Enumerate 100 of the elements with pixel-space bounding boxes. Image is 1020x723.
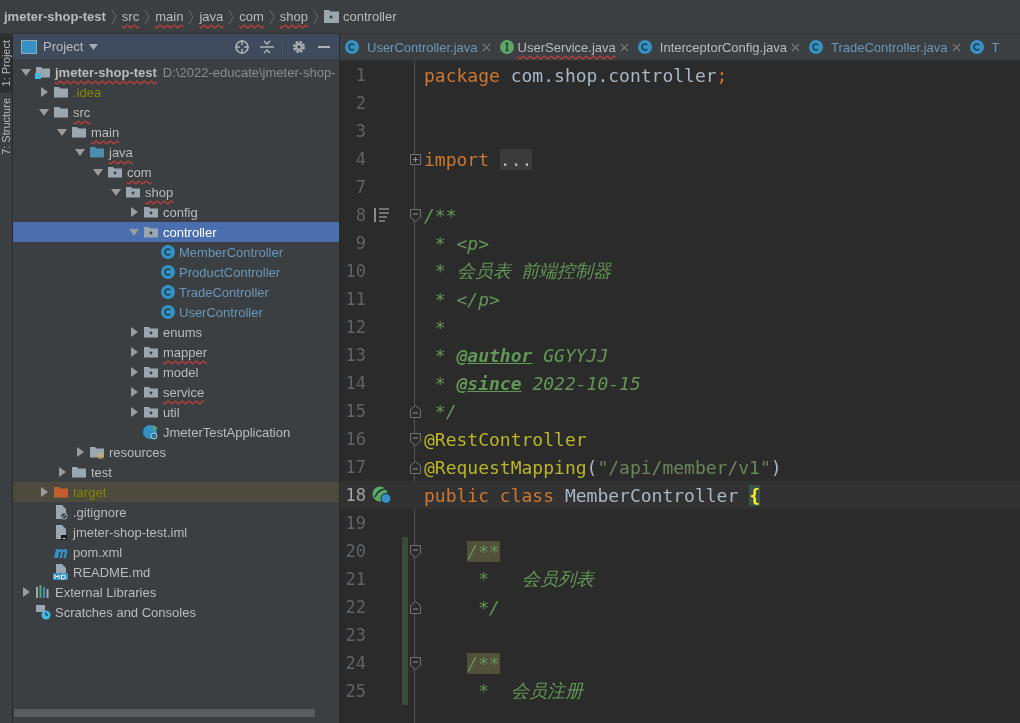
code-line: * 会员注册 [477, 679, 583, 703]
tree-row[interactable]: UserController [13, 302, 339, 322]
tree-row[interactable]: model [13, 362, 339, 382]
tree-row[interactable]: jmeter-shop-test.iml [13, 522, 339, 542]
close-icon[interactable] [619, 42, 629, 52]
line-number: 16 [344, 429, 366, 449]
line-number: 14 [344, 373, 366, 393]
tree-item-label: jmeter-shop-test [55, 64, 157, 82]
tree-row[interactable]: JmeterTestApplication [13, 422, 339, 442]
tree-row[interactable]: src [13, 102, 339, 122]
folder-icon [53, 84, 69, 100]
breadcrumb-item[interactable]: src [119, 9, 142, 24]
breadcrumb-item[interactable]: shop [277, 9, 310, 24]
collapse-fold-icon[interactable] [409, 432, 421, 446]
tree-row[interactable]: test [13, 462, 339, 482]
breadcrumb-item[interactable]: main [153, 9, 186, 24]
tree-item-label: resources [109, 444, 167, 462]
code-line: * @author GGYYJJ [433, 344, 609, 366]
code-line: * @since 2022-10-15 [433, 372, 641, 394]
rendered-doc-icon[interactable] [374, 208, 390, 222]
collapsed-arrow-icon[interactable] [21, 587, 31, 597]
tree-row[interactable]: main [13, 122, 339, 142]
expand-fold-icon[interactable] [409, 153, 421, 165]
breadcrumb-item[interactable]: java [197, 9, 226, 24]
class-icon [969, 40, 984, 54]
breadcrumb-item[interactable]: controller [322, 9, 399, 24]
collapse-fold-icon[interactable] [409, 544, 421, 558]
tree-row[interactable]: util [13, 402, 339, 422]
expanded-arrow-icon[interactable] [57, 127, 67, 137]
scrollbar[interactable] [14, 709, 315, 717]
expanded-arrow-icon[interactable] [111, 187, 121, 197]
package-icon [143, 364, 159, 380]
folder-icon [53, 104, 69, 120]
collapsed-arrow-icon[interactable] [75, 447, 85, 457]
collapsed-arrow-icon[interactable] [39, 487, 49, 497]
tree-row[interactable]: TradeController [13, 282, 339, 302]
editor-tab[interactable]: TradeController.java [804, 34, 965, 60]
line-number: 10 [344, 261, 366, 281]
collapsed-arrow-icon[interactable] [129, 347, 139, 357]
editor-tab[interactable]: UserService.java [494, 34, 633, 60]
close-icon[interactable] [951, 42, 961, 52]
expanded-arrow-icon[interactable] [39, 107, 49, 117]
tree-row[interactable]: pom.xml [13, 542, 339, 562]
tree-item-label: MemberController [179, 244, 284, 262]
collapsed-arrow-icon[interactable] [57, 467, 67, 477]
line-number: 13 [344, 345, 366, 365]
close-icon[interactable] [481, 42, 491, 52]
tree-row[interactable]: MemberController [13, 242, 339, 262]
tree-row[interactable]: controller [13, 222, 339, 242]
expanded-arrow-icon[interactable] [75, 147, 85, 157]
package-icon [324, 10, 339, 23]
tree-row[interactable]: enums [13, 322, 339, 342]
breadcrumb-item[interactable]: jmeter-shop-test [2, 9, 108, 24]
expanded-arrow-icon[interactable] [21, 67, 31, 77]
tool-window-tab[interactable]: 1: Project [0, 34, 12, 93]
close-icon[interactable] [791, 42, 800, 52]
spring-bean-icon[interactable] [372, 486, 392, 504]
tree-row[interactable]: java [13, 142, 339, 162]
collapse-fold-icon[interactable] [409, 600, 421, 614]
collapse-fold-icon[interactable] [409, 656, 421, 670]
collapsed-arrow-icon[interactable] [129, 387, 139, 397]
editor-tab[interactable]: InterceptorConfig.java [632, 34, 804, 60]
package-icon [107, 164, 123, 180]
tree-row[interactable]: resources [13, 442, 339, 462]
collapsed-arrow-icon[interactable] [129, 407, 139, 417]
tree-item-label: src [73, 104, 91, 122]
collapsed-arrow-icon[interactable] [39, 87, 49, 97]
tree-item-label: External Libraries [55, 584, 157, 602]
tree-row[interactable]: ProductController [13, 262, 339, 282]
tree-row[interactable]: mapper [13, 342, 339, 362]
tool-window-tab[interactable]: 7: Structure [0, 92, 12, 162]
package-icon [143, 384, 159, 400]
ignored-file-icon [53, 504, 69, 520]
collapsed-arrow-icon[interactable] [129, 327, 139, 337]
collapsed-arrow-icon[interactable] [129, 367, 139, 377]
breadcrumb-item[interactable]: com [237, 9, 266, 24]
collapse-fold-icon[interactable] [409, 404, 421, 418]
tree-item-label: service [163, 384, 205, 402]
code-area[interactable] [340, 61, 1020, 723]
tree-row[interactable]: .gitignore [13, 502, 339, 522]
editor-tab[interactable]: T [964, 34, 1004, 60]
tree-row[interactable]: config [13, 202, 339, 222]
tree-row[interactable]: External Libraries [13, 582, 339, 602]
tree-row[interactable]: com [13, 162, 339, 182]
tree-row[interactable]: Scratches and Consoles [13, 602, 339, 622]
collapsed-arrow-icon[interactable] [129, 207, 139, 217]
tree-row[interactable]: jmeter-shop-test D:\2022-educate\jmeter-shop- [13, 62, 339, 82]
code-line: package com.shop.controller; [423, 64, 728, 86]
collapse-fold-icon[interactable] [409, 460, 421, 474]
tree-item-label: .gitignore [73, 504, 127, 522]
folder-icon [71, 124, 87, 140]
tree-row[interactable]: README.md [13, 562, 339, 582]
expanded-arrow-icon[interactable] [93, 167, 103, 177]
collapse-fold-icon[interactable] [409, 208, 421, 222]
editor-tab[interactable]: UserController.java [340, 34, 495, 60]
tree-row[interactable]: shop [13, 182, 339, 202]
line-number: 2 [354, 93, 366, 113]
tree-row[interactable]: service [13, 382, 339, 402]
tree-item-label: TradeController [179, 284, 269, 302]
project-view-dropdown[interactable]: Project [21, 39, 99, 54]
